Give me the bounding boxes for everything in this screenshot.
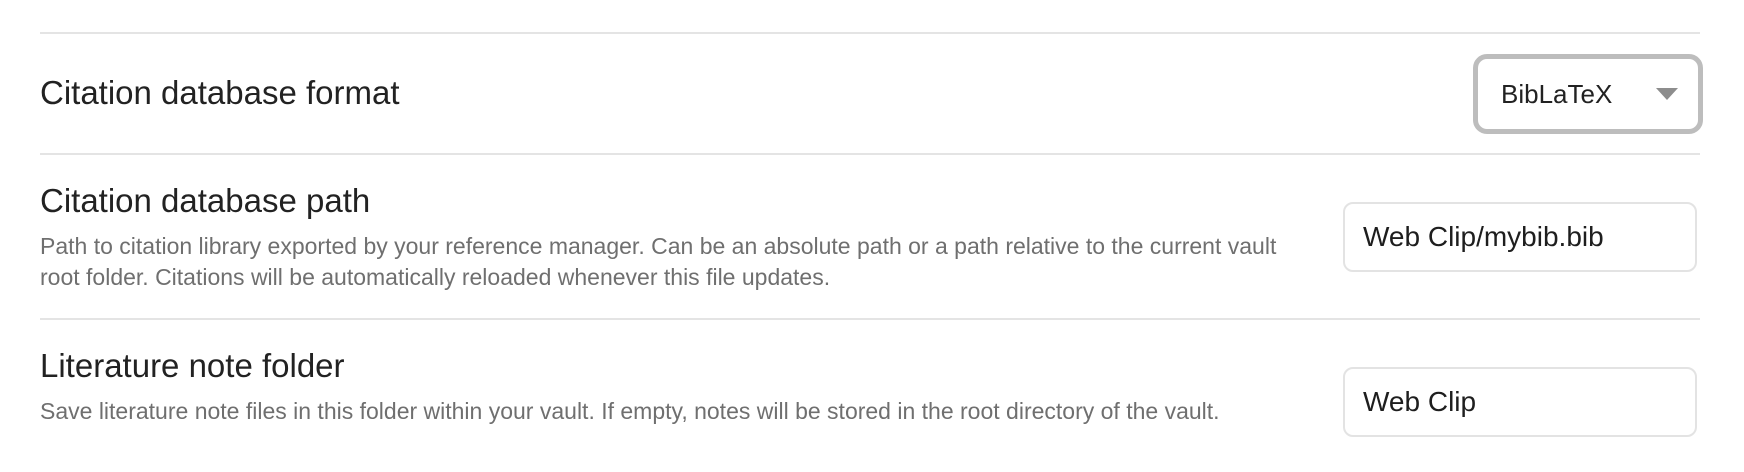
setting-description: Path to citation library exported by you… bbox=[40, 233, 1277, 290]
select-value: BibLaTeX bbox=[1501, 78, 1613, 109]
divider bbox=[40, 153, 1700, 155]
setting-title: Citation database format bbox=[40, 74, 400, 111]
setting-description: Save literature note files in this folde… bbox=[40, 398, 1220, 424]
divider bbox=[40, 32, 1700, 34]
citation-path-input[interactable] bbox=[1343, 202, 1697, 272]
literature-folder-input[interactable] bbox=[1343, 367, 1697, 437]
setting-title: Literature note folder bbox=[40, 347, 345, 384]
divider bbox=[40, 318, 1700, 320]
plugin-settings-panel: Citation database format BibLaTeX Citati… bbox=[0, 0, 1744, 472]
setting-title: Citation database path bbox=[40, 182, 371, 219]
citation-format-select[interactable]: BibLaTeX bbox=[1473, 54, 1703, 134]
chevron-down-icon bbox=[1656, 88, 1678, 100]
